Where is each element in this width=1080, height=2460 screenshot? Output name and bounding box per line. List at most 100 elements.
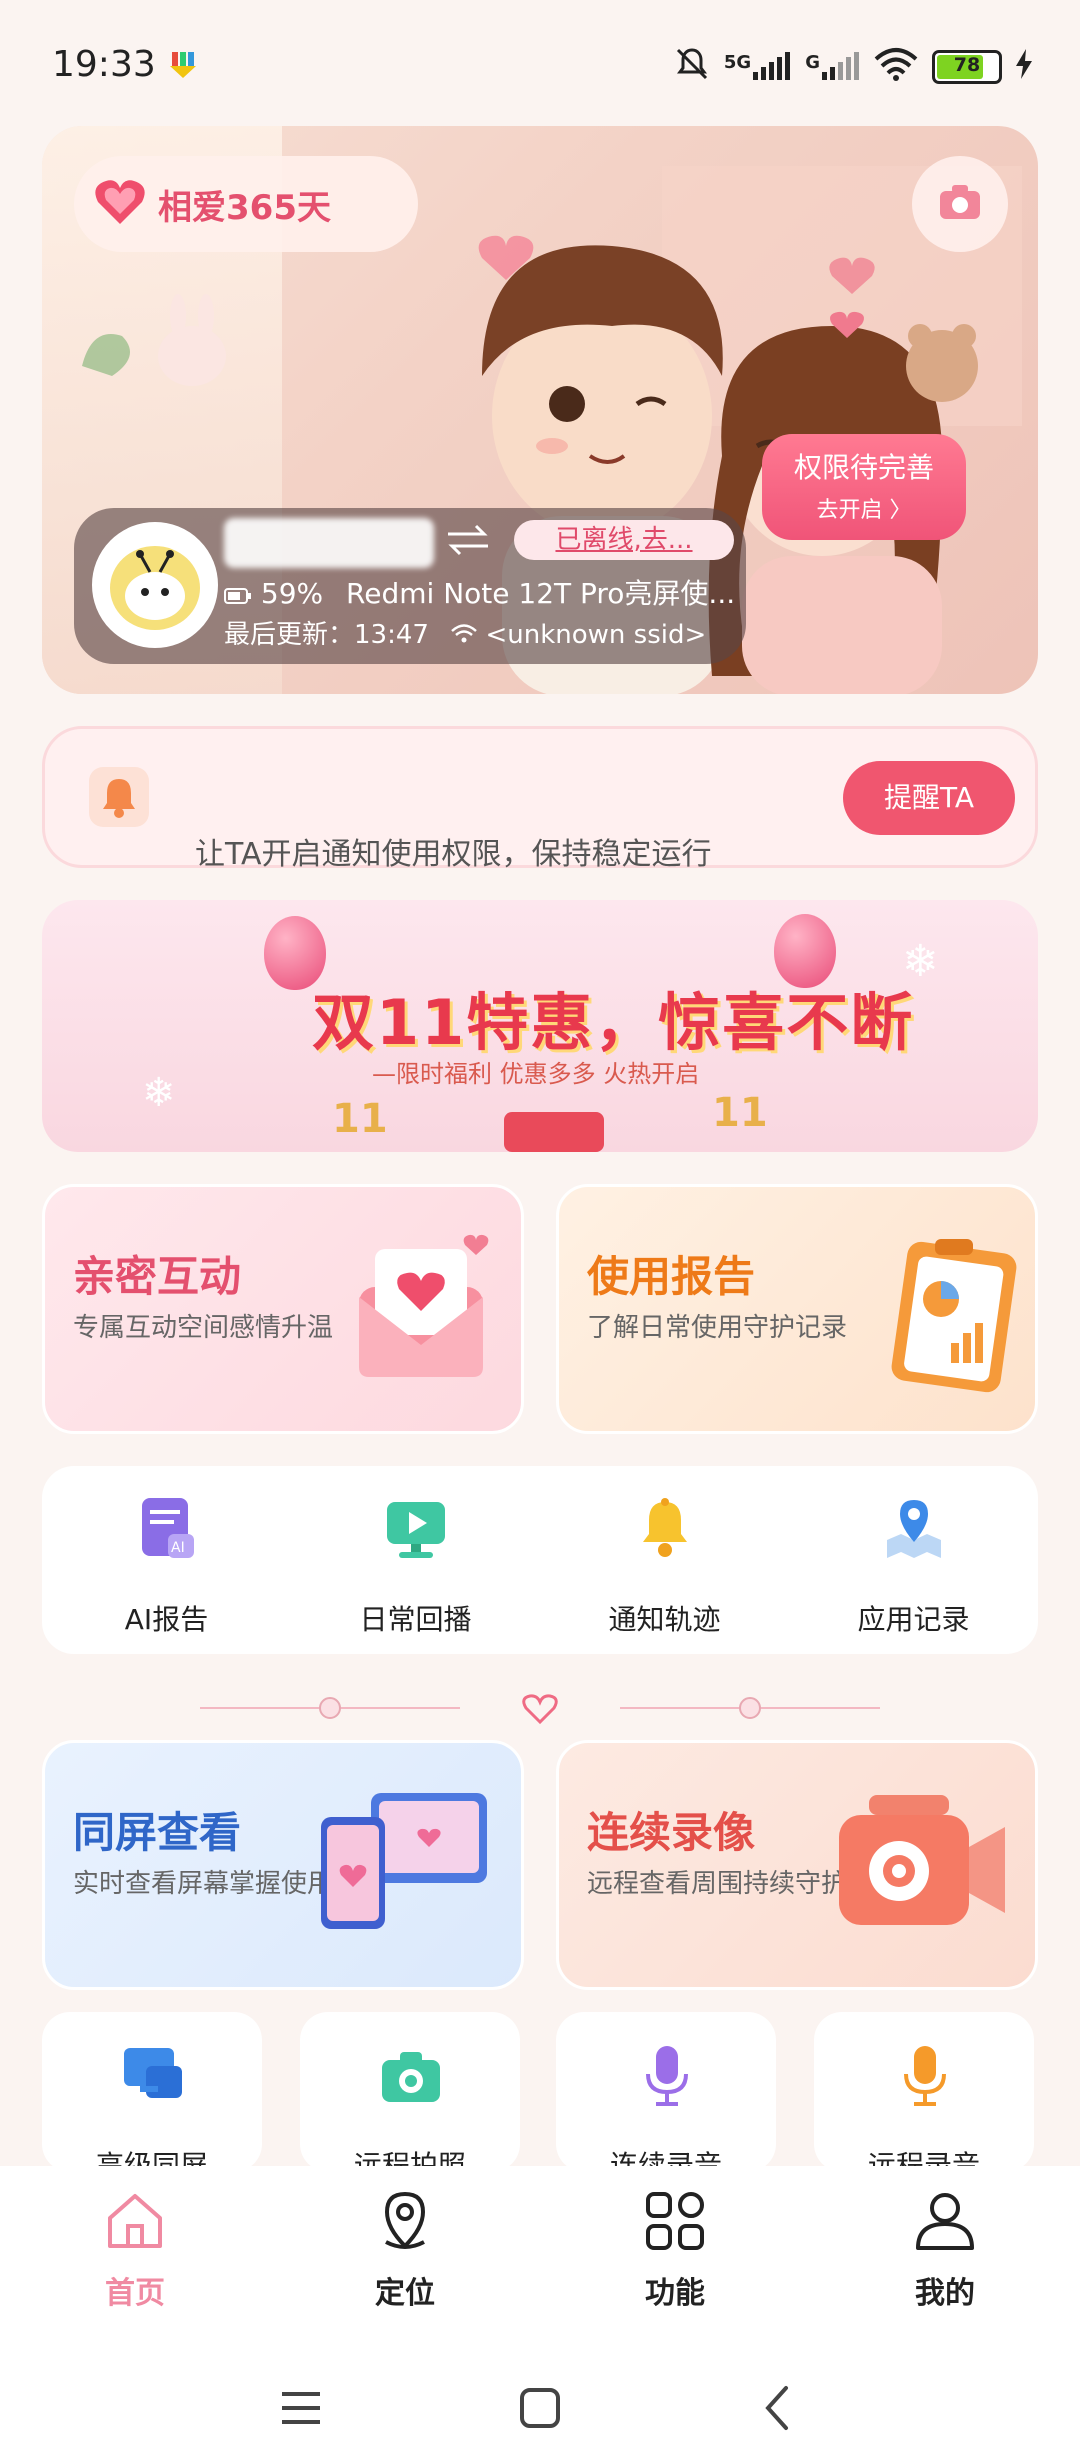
nav-label: 我的 [915, 2276, 975, 2311]
swap-icon[interactable] [444, 522, 492, 562]
grid-item-label: 日常回播 [359, 1603, 472, 1636]
screen-share-icon [122, 2044, 184, 2110]
promo-deco-11-right: 11 [712, 1090, 768, 1136]
notification-permission-bar: 让TA开启通知使用权限，保持稳定运行 提醒TA [42, 726, 1038, 872]
bottom-navigation: 首页 定位 功能 我的 [0, 2166, 1080, 2350]
tile-remote-photo[interactable]: 远程拍照 [300, 2012, 520, 2172]
mute-icon [674, 46, 710, 88]
wifi-ssid: <unknown ssid> [485, 620, 707, 650]
bell-icon [634, 1496, 696, 1562]
promo-deco-11-left: 11 [332, 1096, 388, 1142]
device-info-panel[interactable]: 已离线,去... 59% Redmi Note 12T Pro亮屏使... 最后… [74, 508, 746, 664]
grid-item-notification-trace[interactable]: 通知轨迹 [540, 1466, 789, 1654]
ai-report-icon: AI [136, 1496, 198, 1562]
grid-item-daily-playback[interactable]: 日常回播 [291, 1466, 540, 1654]
nav-label: 首页 [105, 2276, 165, 2311]
remind-ta-button[interactable]: 提醒TA [843, 761, 1015, 835]
grid-item-ai-report[interactable]: AI AI报告 [42, 1466, 291, 1654]
couple-hero-card[interactable]: 相爱365天 已离线,去... 59% Redmi Note 12T Pro亮屏… [42, 126, 1038, 694]
system-navigation-bar [0, 2350, 1080, 2460]
charging-icon [1016, 49, 1032, 85]
card-desc: 实时查看屏幕掌握使用 [73, 1869, 334, 1899]
card-title: 使用报告 [587, 1252, 756, 1301]
nav-mine[interactable]: 我的 [810, 2188, 1080, 2318]
wifi-small-icon [451, 621, 478, 651]
couple-days-badge[interactable]: 相爱365天 [74, 156, 418, 252]
nav-location[interactable]: 定位 [270, 2188, 540, 2318]
nav-label: 定位 [375, 2276, 435, 2311]
playback-icon [385, 1496, 447, 1562]
permission-title: 权限待完善 [793, 451, 934, 484]
nav-functions[interactable]: 功能 [540, 2188, 810, 2318]
grid-item-label: AI报告 [124, 1603, 209, 1636]
download-icon [168, 50, 198, 84]
camera-icon [938, 183, 982, 225]
device-battery-percent: 59% [260, 577, 324, 610]
notification-message: 让TA开启通知使用权限，保持稳定运行 [195, 837, 712, 872]
microphone-icon [894, 2044, 956, 2110]
nav-label: 功能 [645, 2276, 705, 2311]
battery-small-icon [224, 579, 252, 612]
heart-divider [200, 1686, 880, 1730]
last-update-time: 最后更新：13:47 [224, 620, 429, 650]
device-name: Redmi Note 12T Pro亮屏使... [346, 577, 736, 610]
quick-feature-grid: AI AI报告 日常回播 通知轨迹 应用记录 [42, 1466, 1038, 1654]
devices-screen-icon [315, 1787, 495, 1941]
promo-banner[interactable]: ❄ ❄ 双11特惠，惊喜不断 —限时福利 优惠多多 火热开启 11 11 [42, 900, 1038, 1152]
love-letter-icon [345, 1227, 495, 1391]
permission-action: 去开启 〉 [816, 498, 912, 523]
card-screen-share[interactable]: 同屏查看 实时查看屏幕掌握使用 [42, 1740, 524, 1990]
camera-icon [380, 2044, 442, 2110]
user-icon [912, 2188, 978, 2254]
camera-button[interactable] [912, 156, 1008, 252]
card-desc: 专属互动空间感情升温 [73, 1313, 334, 1343]
card-title: 连续录像 [587, 1808, 756, 1857]
card-continuous-recording[interactable]: 连续录像 远程查看周围持续守护 [556, 1740, 1038, 1990]
location-pin-icon [372, 2188, 438, 2254]
menu-icon[interactable] [280, 2388, 322, 2432]
snowflake-left-icon: ❄ [142, 1070, 176, 1116]
signal-icon-2: G [805, 52, 860, 82]
video-camera-icon [829, 1787, 1009, 1941]
device-update-line: 最后更新：13:47 <unknown ssid> [224, 614, 706, 651]
status-icons: 5G G 78 [674, 46, 1032, 88]
svg-text:AI: AI [171, 1540, 185, 1556]
microphone-icon [636, 2044, 698, 2110]
heart-icon [94, 178, 146, 230]
network-type-1: 5G [723, 52, 752, 73]
network-type-2: G [805, 52, 820, 73]
grid-item-label: 应用记录 [857, 1603, 970, 1636]
grid-item-app-record[interactable]: 应用记录 [789, 1466, 1038, 1654]
grid-item-label: 通知轨迹 [608, 1603, 721, 1636]
battery-level-text: 78 [953, 54, 981, 76]
promo-subtitle: —限时福利 优惠多多 火热开启 [372, 1060, 700, 1088]
signal-icon-1: 5G [724, 52, 791, 82]
avatar-bee-icon [110, 546, 200, 630]
clipboard-chart-icon [879, 1227, 1019, 1401]
gift-box-icon [504, 1112, 604, 1152]
tile-advanced-screen-share[interactable]: 高级同屏 [42, 2012, 262, 2172]
card-intimate-interaction[interactable]: 亲密互动 专属互动空间感情升温 [42, 1184, 524, 1434]
device-offline-status[interactable]: 已离线,去... [514, 520, 734, 560]
grid-icon [642, 2188, 708, 2254]
back-icon[interactable] [762, 2384, 792, 2436]
nav-home[interactable]: 首页 [0, 2188, 270, 2318]
home-square-icon[interactable] [518, 2386, 562, 2434]
tile-remote-audio[interactable]: 远程录音 [814, 2012, 1034, 2172]
battery-icon: 78 [932, 50, 1002, 84]
card-title: 亲密互动 [73, 1252, 242, 1301]
card-usage-report[interactable]: 使用报告 了解日常使用守护记录 [556, 1184, 1038, 1434]
tile-continuous-audio[interactable]: 连续录音 [556, 2012, 776, 2172]
home-icon [102, 2188, 168, 2254]
device-status-line: 59% Redmi Note 12T Pro亮屏使... [224, 572, 736, 612]
location-map-icon [883, 1496, 945, 1562]
promo-title: 双11特惠，惊喜不断 [312, 986, 915, 1059]
avatar[interactable] [92, 522, 218, 648]
card-desc: 远程查看周围持续守护 [587, 1869, 848, 1899]
permission-pending-button[interactable]: 权限待完善 去开启 〉 [762, 434, 966, 540]
wifi-icon [874, 47, 918, 87]
device-owner-name-redacted [224, 518, 434, 568]
bell-icon [89, 767, 149, 827]
status-time: 19:33 [52, 44, 156, 85]
couple-days-label: 相爱365天 [158, 187, 331, 228]
